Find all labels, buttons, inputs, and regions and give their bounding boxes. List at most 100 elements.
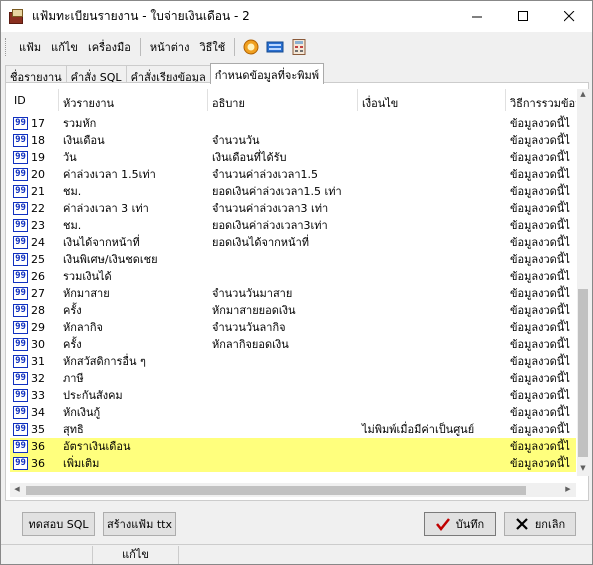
- table-row[interactable]: 99 19 วัน เงินเดือนที่ได้รับ ข้อมูลงวดนี้ไ: [10, 149, 576, 166]
- row-condition: [358, 285, 506, 302]
- menu-tools[interactable]: เครื่องมือ: [83, 38, 136, 56]
- row-id-cell: 99 33: [10, 387, 59, 404]
- row-condition: [358, 183, 506, 200]
- cancel-button[interactable]: ยกเลิก: [504, 512, 576, 536]
- table-row[interactable]: 99 33 ประกันสังคม ข้อมูลงวดนี้ไ: [10, 387, 576, 404]
- row-summary: ข้อมูลงวดนี้ไ: [510, 151, 570, 164]
- column-header-condition[interactable]: เงื่อนไข: [358, 89, 506, 111]
- menu-file[interactable]: แฟ้ม: [14, 38, 46, 56]
- tab-print-fields[interactable]: กำหนดข้อมูลที่จะพิมพ์: [209, 63, 325, 84]
- row-condition: [358, 455, 506, 472]
- table-row[interactable]: 99 35 สุทธิ ไม่พิมพ์เมื่อมีค่าเป็นศูนย์ ข้อม…: [10, 421, 576, 438]
- row-id-cell: 99 17: [10, 115, 59, 132]
- field-type-icon: 99: [13, 321, 28, 334]
- table-row[interactable]: 99 27 หักมาสาย จำนวนวันมาสาย ข้อมูลงวดนี้ไ: [10, 285, 576, 302]
- field-type-icon: 99: [13, 202, 28, 215]
- field-type-icon: 99: [13, 287, 28, 300]
- table-row[interactable]: 99 31 หักสวัสดิการอื่น ๆ ข้อมูลงวดนี้ไ: [10, 353, 576, 370]
- row-title: ชม.: [63, 185, 82, 198]
- table-row[interactable]: 99 22 ค่าล่วงเวลา 3 เท่า จำนวนค่าล่วงเวลา3 …: [10, 200, 576, 217]
- row-summary: ข้อมูลงวดนี้ไ: [510, 168, 570, 181]
- row-description: ยอดเงินค่าล่วงเวลา3เท่า: [212, 219, 328, 232]
- table-row[interactable]: 99 32 ภาษี ข้อมูลงวดนี้ไ: [10, 370, 576, 387]
- row-title: รวมเงินได้: [63, 270, 112, 283]
- menu-help[interactable]: วิธีใช้: [194, 38, 230, 56]
- horizontal-scroll-thumb[interactable]: [26, 486, 526, 495]
- row-description: จำนวนวันมาสาย: [212, 287, 293, 300]
- row-id: 17: [31, 117, 45, 130]
- table-row[interactable]: 99 23 ชม. ยอดเงินค่าล่วงเวลา3เท่า ข้อมูลงวดน…: [10, 217, 576, 234]
- calculator-icon[interactable]: [290, 38, 308, 56]
- row-id-cell: 99 21: [10, 183, 59, 200]
- table-row[interactable]: 99 21 ชม. ยอดเงินค่าล่วงเวลา1.5 เท่า ข้อมูลง…: [10, 183, 576, 200]
- table-row[interactable]: 99 18 เงินเดือน จำนวนวัน ข้อมูลงวดนี้ไ: [10, 132, 576, 149]
- table-row[interactable]: 99 34 หักเงินกู้ ข้อมูลงวดนี้ไ: [10, 404, 576, 421]
- minimize-button[interactable]: [454, 1, 500, 32]
- table-row[interactable]: 99 28 ครั้ง หักมาสายยอดเงิน ข้อมูลงวดนี้ไ: [10, 302, 576, 319]
- row-title: ชม.: [63, 219, 82, 232]
- row-title: รวมหัก: [63, 117, 97, 130]
- row-id: 29: [31, 321, 45, 334]
- row-id: 30: [31, 338, 45, 351]
- toolbar-grip[interactable]: [5, 38, 8, 56]
- table-row[interactable]: 99 36 อัตราเงินเดือน ข้อมูลงวดนี้ไ: [10, 438, 576, 455]
- create-ttx-button[interactable]: สร้างแฟ้ม ttx: [103, 512, 176, 536]
- test-sql-button[interactable]: ทดสอบ SQL: [22, 512, 95, 536]
- row-id: 28: [31, 304, 45, 317]
- row-condition: [358, 217, 506, 234]
- maximize-button[interactable]: [500, 1, 546, 32]
- table-row[interactable]: 99 25 เงินพิเศษ/เงินชดเชย ข้อมูลงวดนี้ไ: [10, 251, 576, 268]
- tab-panel: ID หัวรายงาน อธิบาย เงื่อนไข วิธีการรวมข…: [5, 82, 589, 501]
- table-row[interactable]: 99 20 ค่าล่วงเวลา 1.5เท่า จำนวนค่าล่วงเวลา1…: [10, 166, 576, 183]
- save-button-label: บันทึก: [455, 518, 485, 531]
- row-id: 33: [31, 389, 45, 402]
- scroll-left-icon[interactable]: ◀: [11, 485, 23, 493]
- web-globe-icon[interactable]: [242, 38, 260, 56]
- horizontal-scrollbar[interactable]: ◀ ▶: [10, 483, 576, 497]
- scroll-down-icon[interactable]: ▼: [577, 464, 589, 472]
- column-header-description[interactable]: อธิบาย: [208, 89, 358, 111]
- field-type-icon: 99: [13, 151, 28, 164]
- row-condition: [358, 387, 506, 404]
- close-button[interactable]: [546, 1, 592, 32]
- field-type-icon: 99: [13, 219, 28, 232]
- column-header-title[interactable]: หัวรายงาน: [59, 89, 208, 111]
- keyboard-icon[interactable]: [266, 38, 284, 56]
- row-condition: [358, 302, 506, 319]
- table-row[interactable]: 99 24 เงินได้จากหน้าที่ ยอดเงินได้จากหน้าที…: [10, 234, 576, 251]
- row-id-cell: 99 34: [10, 404, 59, 421]
- column-header-summary[interactable]: วิธีการรวมข้อมูล: [506, 89, 576, 111]
- minimize-icon: [471, 16, 482, 18]
- field-type-icon: 99: [13, 236, 28, 249]
- row-condition: [358, 404, 506, 421]
- table-row[interactable]: 99 26 รวมเงินได้ ข้อมูลงวดนี้ไ: [10, 268, 576, 285]
- vertical-scrollbar[interactable]: ▲ ▼: [577, 89, 589, 476]
- row-summary: ข้อมูลงวดนี้ไ: [510, 219, 570, 232]
- row-id: 22: [31, 202, 45, 215]
- row-condition: [358, 115, 506, 132]
- row-id-cell: 99 36: [10, 455, 59, 472]
- table-row[interactable]: 99 29 หักลากิจ จำนวนวันลากิจ ข้อมูลงวดนี้ไ: [10, 319, 576, 336]
- row-title: หักสวัสดิการอื่น ๆ: [63, 355, 146, 368]
- column-header-id[interactable]: ID: [10, 89, 59, 111]
- scroll-right-icon[interactable]: ▶: [562, 485, 574, 493]
- vertical-scroll-thumb[interactable]: [578, 289, 588, 457]
- row-summary: ข้อมูลงวดนี้ไ: [510, 185, 570, 198]
- save-button[interactable]: บันทึก: [424, 512, 496, 536]
- row-title: เงินพิเศษ/เงินชดเชย: [63, 253, 158, 266]
- row-summary: ข้อมูลงวดนี้ไ: [510, 134, 570, 147]
- row-summary: ข้อมูลงวดนี้ไ: [510, 372, 570, 385]
- table-row[interactable]: 99 30 ครั้ง หักลากิจยอดเงิน ข้อมูลงวดนี้ไ: [10, 336, 576, 353]
- row-condition: [358, 234, 506, 251]
- row-description: ยอดเงินได้จากหน้าที่: [212, 236, 310, 249]
- row-id: 18: [31, 134, 45, 147]
- scroll-up-icon[interactable]: ▲: [577, 90, 589, 98]
- table-row[interactable]: 99 17 รวมหัก ข้อมูลงวดนี้ไ: [10, 115, 576, 132]
- row-title: เพิ่มเติม: [63, 457, 100, 470]
- row-description: จำนวนวัน: [212, 134, 260, 147]
- row-description: จำนวนค่าล่วงเวลา3 เท่า: [212, 202, 329, 215]
- menu-window[interactable]: หน้าต่าง: [145, 38, 195, 56]
- menu-edit[interactable]: แก้ไข: [46, 38, 83, 56]
- table-row[interactable]: 99 36 เพิ่มเติม ข้อมูลงวดนี้ไ: [10, 455, 576, 472]
- row-description: จำนวนค่าล่วงเวลา1.5: [212, 168, 319, 181]
